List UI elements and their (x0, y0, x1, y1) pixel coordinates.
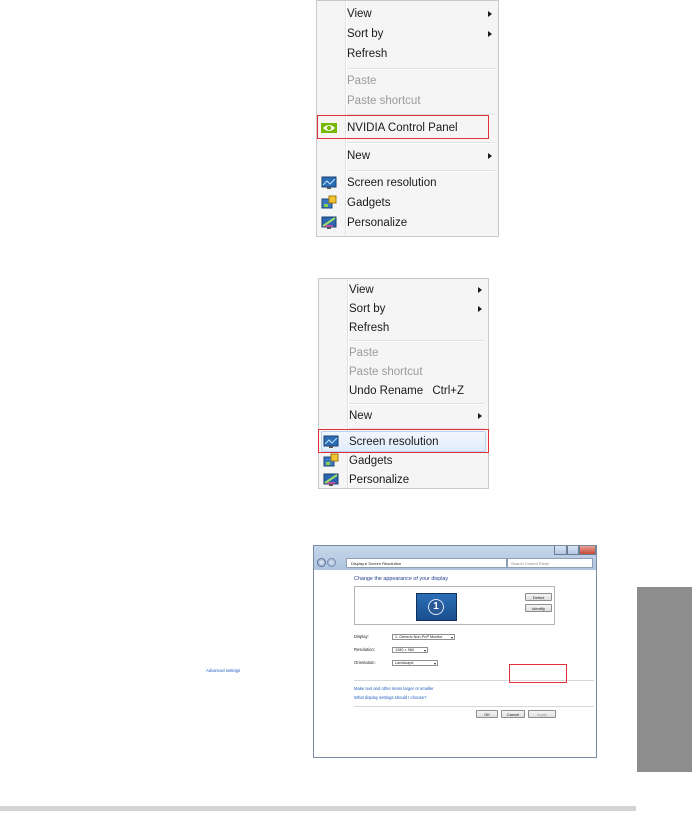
submenu-arrow-icon (488, 31, 492, 37)
orientation-label: Orientation: (354, 660, 376, 665)
resolution-label: Resolution: (354, 647, 375, 652)
identify-button[interactable]: Identify (525, 604, 552, 612)
screen-resolution-window: Display ▸ Screen Resolution Search Contr… (313, 545, 597, 758)
chevron-down-icon (451, 637, 453, 639)
display-select[interactable]: 1. Generic Non-PnP Monitor (392, 634, 455, 640)
menu-item-gadgets[interactable]: Gadgets (317, 193, 498, 213)
orientation-select-value: Landscape (395, 661, 414, 665)
back-button[interactable] (317, 558, 326, 567)
menu-item-label: Gadgets (349, 455, 393, 467)
page-title: Change the appearance of your display (354, 576, 449, 582)
submenu-arrow-icon (488, 153, 492, 159)
menu-separator (347, 142, 495, 144)
menu-item-label: Sort by (347, 28, 384, 40)
menu-item-personalize[interactable]: Personalize (319, 470, 488, 490)
menu-item-label: Paste (349, 347, 379, 359)
orientation-select[interactable]: Landscape (392, 660, 438, 666)
chevron-down-icon (434, 663, 436, 665)
footer-rule (0, 806, 636, 811)
menu-item-new[interactable]: New (317, 146, 498, 166)
menu-item-screen-resolution[interactable]: Screen resolution (317, 173, 498, 193)
context-menu-2: View Sort by Refresh Paste Paste shortcu… (318, 278, 489, 489)
menu-item-label: Undo Rename (349, 385, 424, 397)
advanced-settings-link[interactable]: Advanced settings (206, 668, 240, 673)
text-size-link[interactable]: Make text and other items larger or smal… (354, 686, 434, 691)
window-titlebar: Display ▸ Screen Resolution Search Contr… (314, 546, 596, 570)
menu-item-label: Gadgets (347, 197, 391, 209)
menu-item-label: Paste (347, 75, 377, 87)
menu-item-paste: Paste (319, 343, 488, 363)
menu-item-label: New (347, 150, 371, 162)
monitor-preview-area: 1 Detect Identify (354, 586, 555, 625)
submenu-arrow-icon (478, 413, 482, 419)
submenu-arrow-icon (478, 306, 482, 312)
display-label: Display: (354, 634, 369, 639)
menu-item-sort-by[interactable]: Sort by (319, 299, 488, 319)
menu-item-paste-shortcut: Paste shortcut (317, 91, 498, 111)
menu-separator (347, 68, 495, 70)
menu-separator (349, 403, 485, 405)
menu-item-view[interactable]: View (317, 4, 498, 24)
display-select-value: 1. Generic Non-PnP Monitor (395, 635, 443, 639)
breadcrumb-display[interactable]: Display (351, 561, 364, 566)
gadgets-icon (321, 195, 337, 209)
menu-item-sort-by[interactable]: Sort by (317, 24, 498, 44)
highlight-box-advanced-settings (509, 664, 567, 683)
menu-item-paste-shortcut: Paste shortcut (319, 362, 488, 382)
menu-item-view[interactable]: View (319, 280, 488, 300)
submenu-arrow-icon (488, 11, 492, 17)
close-button[interactable] (579, 546, 596, 555)
gadgets-icon (323, 453, 339, 467)
menu-item-label: Paste shortcut (347, 95, 421, 107)
address-bar[interactable]: Display ▸ Screen Resolution (346, 558, 507, 568)
divider (354, 706, 594, 707)
menu-item-refresh[interactable]: Refresh (319, 318, 488, 338)
menu-item-new[interactable]: New (319, 406, 488, 426)
highlight-box-nvidia (317, 115, 489, 139)
monitor-number: 1 (428, 599, 444, 615)
chapter-side-tab (637, 587, 692, 772)
ok-button[interactable]: OK (476, 710, 498, 718)
personalize-icon (321, 216, 337, 229)
menu-item-label: Refresh (347, 48, 388, 60)
screen-resolution-icon (321, 176, 337, 189)
menu-item-shortcut: Ctrl+Z (432, 385, 464, 397)
search-placeholder: Search Control Panel (511, 561, 550, 566)
menu-separator (347, 170, 495, 172)
menu-item-label: View (349, 284, 374, 296)
menu-item-gadgets[interactable]: Gadgets (319, 451, 488, 471)
resolution-select[interactable]: 1280 × 960 (392, 647, 428, 653)
submenu-arrow-icon (478, 287, 482, 293)
menu-item-label: Personalize (349, 474, 410, 486)
menu-item-label: Sort by (349, 303, 386, 315)
menu-item-refresh[interactable]: Refresh (317, 44, 498, 64)
highlight-box-screen-resolution (318, 429, 489, 453)
menu-item-label: Paste shortcut (349, 366, 423, 378)
menu-item-label: Personalize (347, 217, 408, 229)
minimize-button[interactable] (554, 546, 567, 555)
menu-separator (349, 340, 485, 342)
chevron-down-icon (424, 650, 426, 652)
search-input[interactable]: Search Control Panel (507, 558, 593, 568)
maximize-button[interactable] (567, 546, 579, 555)
detect-button[interactable]: Detect (525, 593, 552, 601)
breadcrumb-screen-resolution[interactable]: Screen Resolution (368, 561, 401, 566)
forward-button[interactable] (327, 558, 336, 567)
cancel-button[interactable]: Cancel (501, 710, 525, 718)
menu-item-paste: Paste (317, 71, 498, 91)
personalize-icon (323, 473, 339, 486)
menu-item-label: New (349, 410, 373, 422)
menu-item-label: View (347, 8, 372, 20)
menu-item-personalize[interactable]: Personalize (317, 213, 498, 233)
monitor-1-thumbnail[interactable]: 1 (416, 593, 457, 621)
apply-button[interactable]: Apply (528, 710, 556, 718)
resolution-select-value: 1280 × 960 (395, 648, 415, 652)
menu-item-label: Refresh (349, 322, 390, 334)
menu-item-label: Screen resolution (347, 177, 437, 189)
menu-item-undo-rename[interactable]: Undo Rename Ctrl+Z (319, 381, 488, 401)
display-settings-help-link[interactable]: What display settings should I choose? (354, 695, 426, 700)
